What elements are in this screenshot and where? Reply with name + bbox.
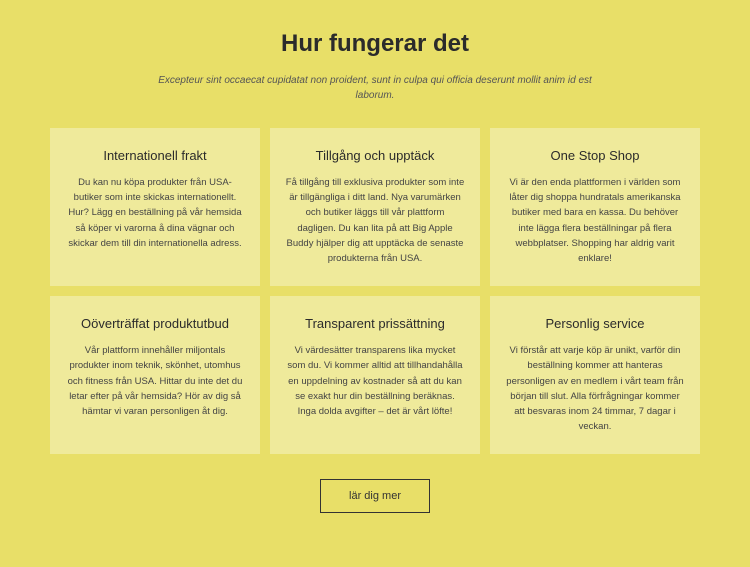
card-title: Oöverträffat produktutbud [65,316,245,331]
card-transparent-pricing: Transparent prissättning Vi värdesätter … [270,296,480,454]
card-product-range: Oöverträffat produktutbud Vår plattform … [50,296,260,454]
card-body: Få tillgång till exklusiva produkter som… [285,175,465,266]
card-title: Internationell frakt [65,148,245,163]
card-title: One Stop Shop [505,148,685,163]
card-title: Transparent prissättning [285,316,465,331]
card-access-discover: Tillgång och upptäck Få tillgång till ex… [270,128,480,286]
card-body: Vi värdesätter transparens lika mycket s… [285,343,465,419]
feature-grid: Internationell frakt Du kan nu köpa prod… [50,128,700,454]
header: Hur fungerar det Excepteur sint occaecat… [145,30,605,103]
learn-more-button[interactable]: lär dig mer [320,479,430,513]
card-personal-service: Personlig service Vi förstår att varje k… [490,296,700,454]
card-title: Tillgång och upptäck [285,148,465,163]
card-body: Vi är den enda plattformen i världen som… [505,175,685,266]
page-subtitle: Excepteur sint occaecat cupidatat non pr… [145,73,605,103]
card-one-stop-shop: One Stop Shop Vi är den enda plattformen… [490,128,700,286]
page-title: Hur fungerar det [145,30,605,58]
card-title: Personlig service [505,316,685,331]
card-body: Vi förstår att varje köp är unikt, varfö… [505,343,685,434]
card-body: Du kan nu köpa produkter från USA-butike… [65,175,245,251]
card-international-shipping: Internationell frakt Du kan nu köpa prod… [50,128,260,286]
card-body: Vår plattform innehåller miljontals prod… [65,343,245,419]
